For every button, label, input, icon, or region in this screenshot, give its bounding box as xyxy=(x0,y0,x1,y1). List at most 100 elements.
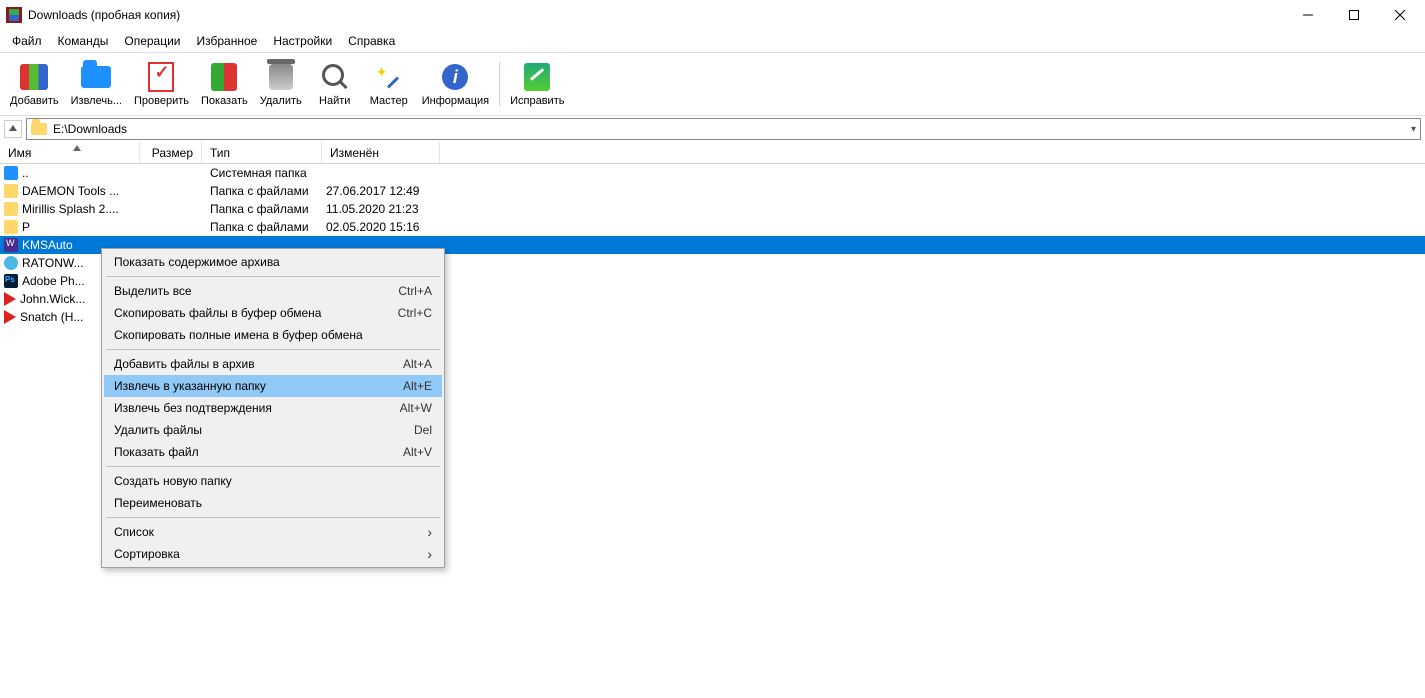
col-modified[interactable]: Изменён xyxy=(322,142,440,163)
file-icon xyxy=(4,166,18,180)
context-menu-label: Создать новую папку xyxy=(114,474,432,488)
file-date: 27.06.2017 12:49 xyxy=(322,184,440,198)
file-icon xyxy=(4,238,18,252)
col-type[interactable]: Тип xyxy=(202,142,322,163)
wizard-icon xyxy=(373,61,405,93)
file-date: 02.05.2020 15:16 xyxy=(322,220,440,234)
file-name: Adobe Ph... xyxy=(22,274,85,288)
context-menu-item[interactable]: Показать содержимое архива xyxy=(104,251,442,273)
context-menu-label: Скопировать полные имена в буфер обмена xyxy=(114,328,432,342)
extract-icon xyxy=(80,61,112,93)
menu-operations[interactable]: Операции xyxy=(116,32,188,50)
file-name: John.Wick... xyxy=(20,292,85,306)
file-type: Папка с файлами xyxy=(202,220,322,234)
col-size[interactable]: Размер xyxy=(140,142,202,163)
menu-commands[interactable]: Команды xyxy=(50,32,117,50)
context-menu-item[interactable]: Сортировка xyxy=(104,543,442,565)
context-menu-label: Извлечь без подтверждения xyxy=(114,401,400,415)
file-row[interactable]: DAEMON Tools ... Папка с файлами27.06.201… xyxy=(0,182,1425,200)
context-menu-shortcut: Del xyxy=(414,423,432,437)
context-menu-separator xyxy=(106,466,440,467)
file-name: Snatch (H... xyxy=(20,310,83,324)
context-menu-item[interactable]: Переименовать xyxy=(104,492,442,514)
toolbar-view[interactable]: Показать xyxy=(195,55,254,113)
titlebar: Downloads (пробная копия) xyxy=(0,0,1425,30)
test-icon xyxy=(145,61,177,93)
context-menu-label: Выделить все xyxy=(114,284,398,298)
context-menu-label: Удалить файлы xyxy=(114,423,414,437)
address-bar: E:\Downloads ▾ xyxy=(0,116,1425,142)
column-headers: Имя Размер Тип Изменён xyxy=(0,142,1425,164)
app-icon xyxy=(6,7,22,23)
file-name: .. xyxy=(22,166,29,180)
toolbar-find[interactable]: Найти xyxy=(308,55,362,113)
context-menu-item[interactable]: Создать новую папку xyxy=(104,470,442,492)
menu-help[interactable]: Справка xyxy=(340,32,403,50)
file-icon xyxy=(4,256,18,270)
add-icon xyxy=(18,61,50,93)
file-row[interactable]: Mirillis Splash 2.... Папка с файлами11.0… xyxy=(0,200,1425,218)
address-path: E:\Downloads xyxy=(53,122,127,136)
file-name: Mirillis Splash 2.... xyxy=(22,202,119,216)
context-menu-label: Добавить файлы в архив xyxy=(114,357,403,371)
close-button[interactable] xyxy=(1377,0,1423,30)
file-row[interactable]: .. Системная папка xyxy=(0,164,1425,182)
context-menu-item[interactable]: Добавить файлы в архивAlt+A xyxy=(104,353,442,375)
menu-favorites[interactable]: Избранное xyxy=(189,32,266,50)
file-icon xyxy=(4,202,18,216)
context-menu-item[interactable]: Скопировать файлы в буфер обменаCtrl+C xyxy=(104,302,442,324)
file-icon xyxy=(4,310,16,324)
context-menu-item[interactable]: Удалить файлыDel xyxy=(104,419,442,441)
dropdown-icon[interactable]: ▾ xyxy=(1411,124,1416,135)
folder-icon xyxy=(31,123,47,135)
file-date: 11.05.2020 21:23 xyxy=(322,202,440,216)
context-menu-item[interactable]: Извлечь без подтвержденияAlt+W xyxy=(104,397,442,419)
file-type: Системная папка xyxy=(202,166,322,180)
context-menu-separator xyxy=(106,349,440,350)
context-menu-shortcut: Ctrl+C xyxy=(398,306,432,320)
find-icon xyxy=(319,61,351,93)
file-name: DAEMON Tools ... xyxy=(22,184,119,198)
toolbar-add[interactable]: Добавить xyxy=(4,55,65,113)
context-menu-item[interactable]: Извлечь в указанную папкуAlt+E xyxy=(104,375,442,397)
file-name: KMSAuto xyxy=(22,238,73,252)
file-name: P xyxy=(22,220,30,234)
nav-up-button[interactable] xyxy=(4,120,22,138)
toolbar-separator xyxy=(499,62,500,106)
toolbar: Добавить Извлечь... Проверить Показать У… xyxy=(0,52,1425,116)
context-menu-item[interactable]: Список xyxy=(104,521,442,543)
delete-icon xyxy=(265,61,297,93)
context-menu-item[interactable]: Показать файлAlt+V xyxy=(104,441,442,463)
menu-file[interactable]: Файл xyxy=(4,32,50,50)
file-icon xyxy=(4,292,16,306)
file-type: Папка с файлами xyxy=(202,184,322,198)
context-menu-shortcut: Ctrl+A xyxy=(398,284,432,298)
toolbar-extract[interactable]: Извлечь... xyxy=(65,55,128,113)
file-row[interactable]: P Папка с файлами02.05.2020 15:16 xyxy=(0,218,1425,236)
context-menu-label: Переименовать xyxy=(114,496,432,510)
context-menu-separator xyxy=(106,517,440,518)
context-menu-label: Сортировка xyxy=(114,547,427,561)
address-input[interactable]: E:\Downloads ▾ xyxy=(26,118,1421,140)
file-icon xyxy=(4,220,18,234)
view-icon xyxy=(208,61,240,93)
context-menu-item[interactable]: Скопировать полные имена в буфер обмена xyxy=(104,324,442,346)
file-icon xyxy=(4,274,18,288)
context-menu: Показать содержимое архива Выделить всеCt… xyxy=(101,248,445,568)
info-icon: i xyxy=(439,61,471,93)
toolbar-test[interactable]: Проверить xyxy=(128,55,195,113)
col-name[interactable]: Имя xyxy=(0,142,140,163)
context-menu-shortcut: Alt+W xyxy=(400,401,432,415)
context-menu-item[interactable]: Выделить всеCtrl+A xyxy=(104,280,442,302)
toolbar-repair[interactable]: Исправить xyxy=(504,55,570,113)
menu-settings[interactable]: Настройки xyxy=(265,32,340,50)
toolbar-wizard[interactable]: Мастер xyxy=(362,55,416,113)
maximize-button[interactable] xyxy=(1331,0,1377,30)
toolbar-delete[interactable]: Удалить xyxy=(254,55,308,113)
file-type: Папка с файлами xyxy=(202,202,322,216)
context-menu-label: Показать файл xyxy=(114,445,403,459)
toolbar-info[interactable]: i Информация xyxy=(416,55,495,113)
minimize-button[interactable] xyxy=(1285,0,1331,30)
context-menu-shortcut: Alt+A xyxy=(403,357,432,371)
context-menu-shortcut: Alt+V xyxy=(403,445,432,459)
